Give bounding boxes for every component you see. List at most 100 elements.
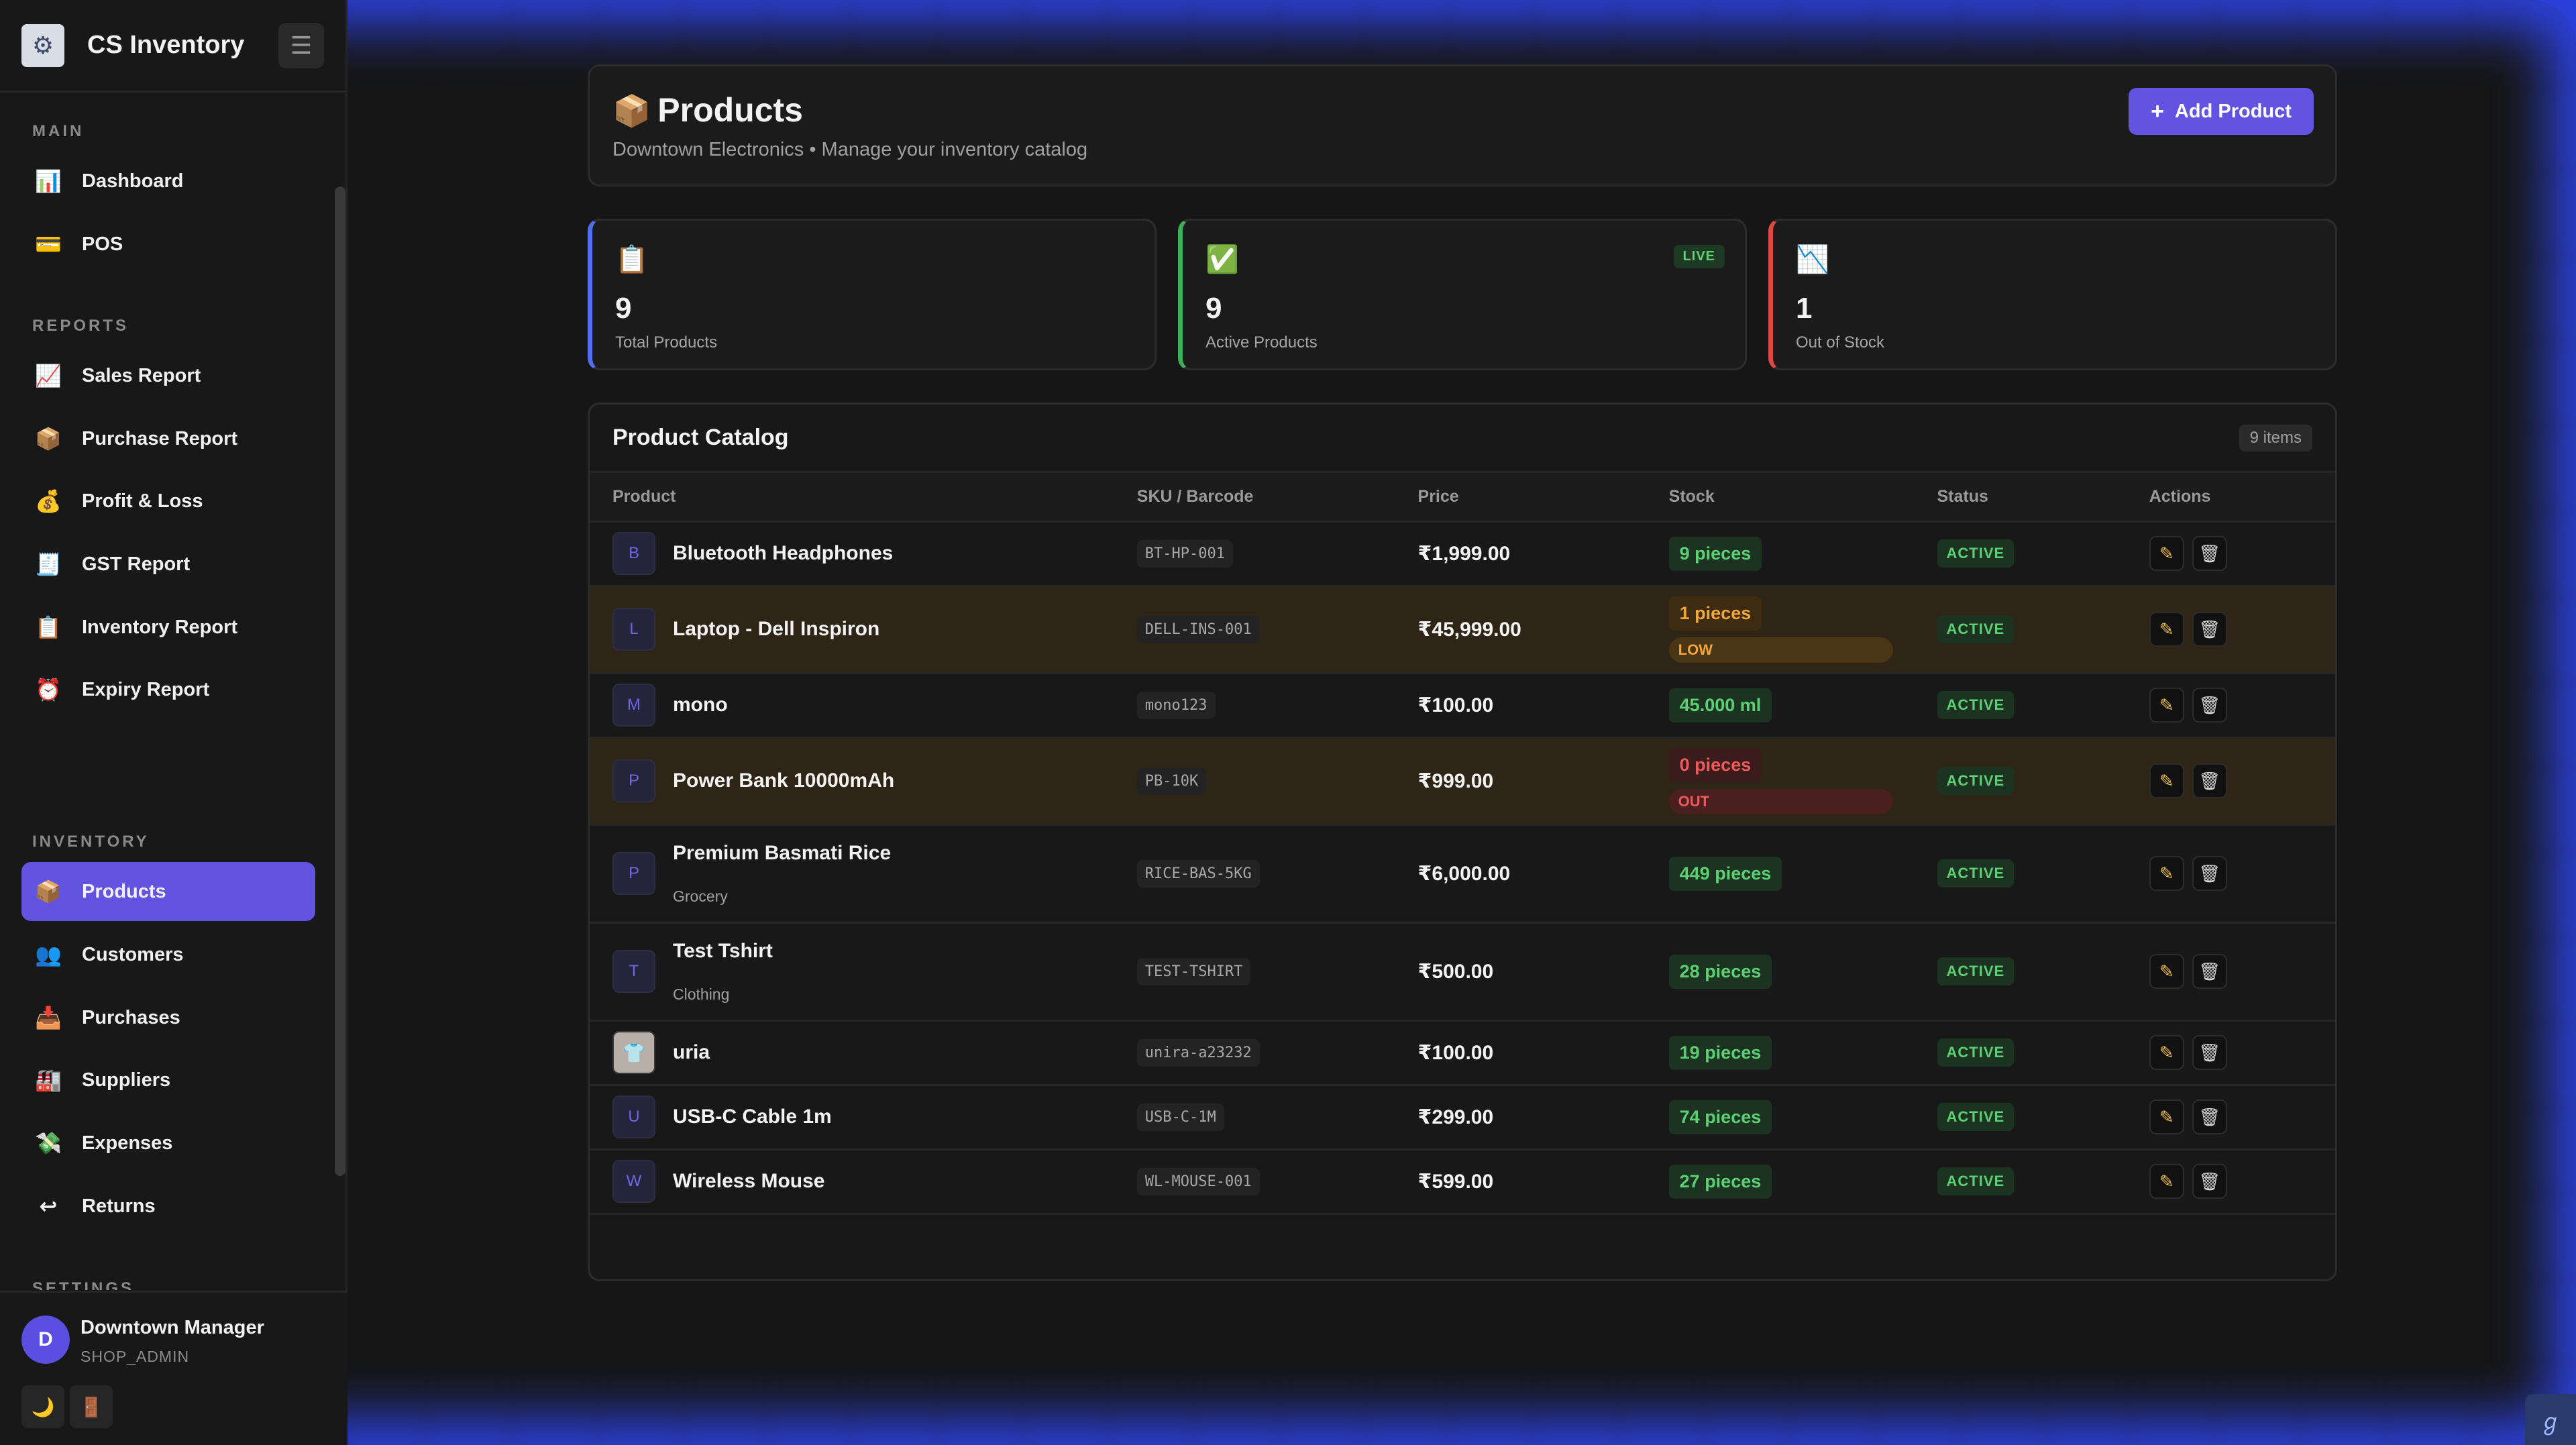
edit-icon[interactable]: ✎ — [2149, 1100, 2184, 1134]
edit-icon[interactable]: ✎ — [2149, 612, 2184, 647]
sidebar-item-label: Customers — [82, 943, 184, 965]
sku-code: TEST-TSHIRT — [1136, 957, 1251, 985]
sku-code: DELL-INS-001 — [1136, 615, 1260, 643]
cell-status: ACTIVE — [1914, 824, 2127, 924]
sidebar-item-products[interactable]: 📦 Products — [21, 862, 315, 921]
edit-icon[interactable]: ✎ — [2149, 954, 2184, 989]
cell-actions: ✎ 🗑 — [2126, 521, 2335, 587]
product-name[interactable]: Wireless Mouse — [673, 1170, 824, 1193]
cell-product: P Premium Basmati Rice Grocery — [590, 824, 1114, 924]
cell-product: U USB-C Cable 1m — [590, 1085, 1114, 1150]
table-row[interactable]: U USB-C Cable 1m USB-C-1M ₹299.00 74 pieces A… — [590, 1085, 2335, 1150]
price-value: ₹999.00 — [1417, 769, 1494, 792]
stock-badge: 28 pieces — [1668, 954, 1772, 989]
status-badge: ACTIVE — [1937, 1103, 2015, 1131]
menu-toggle-icon[interactable]: ☰ — [278, 22, 324, 68]
table-header-row: Product SKU / Barcode Price Stock Status Acti… — [590, 473, 2335, 523]
add-product-button[interactable]: + Add Product — [2129, 88, 2314, 135]
edit-icon[interactable]: ✎ — [2149, 688, 2184, 722]
cell-stock: 1 pieces LOW — [1646, 586, 1915, 674]
avatar[interactable]: D — [21, 1316, 70, 1364]
price-value: ₹599.00 — [1417, 1170, 1494, 1193]
page-title: 📦 Products — [612, 91, 803, 129]
sidebar-item-expenses[interactable]: 💸 Expenses — [21, 1114, 315, 1173]
sidebar-item-profit-loss[interactable]: 💰 Profit & Loss — [21, 472, 315, 531]
stock-alert-badge: LOW — [1668, 637, 1893, 663]
cell-price: ₹100.00 — [1395, 673, 1646, 739]
delete-icon[interactable]: 🗑 — [2192, 612, 2227, 647]
table-row[interactable]: P Premium Basmati Rice Grocery RICE-BAS-5KG… — [590, 824, 2335, 924]
product-name[interactable]: Power Bank 10000mAh — [673, 769, 894, 792]
edit-icon[interactable]: ✎ — [2149, 536, 2184, 571]
suppliers-icon: 🏭 — [35, 1068, 62, 1092]
table-body: B Bluetooth Headphones BT-HP-001 ₹1,999.00 9… — [590, 521, 2335, 1215]
delete-icon[interactable]: 🗑 — [2192, 954, 2227, 989]
page-header: 📦 Products Downtown Electronics • Manage … — [588, 64, 2337, 186]
table-row[interactable]: 👕 uria unira-a23232 ₹100.00 19 pieces ACTIVE ✎… — [590, 1020, 2335, 1086]
cell-price: ₹100.00 — [1395, 1020, 1646, 1086]
sidebar-item-customers[interactable]: 👥 Customers — [21, 925, 315, 984]
app-logo: ⚙ — [21, 23, 64, 67]
sidebar-item-gst-report[interactable]: 🧾 GST Report — [21, 535, 315, 594]
sidebar-item-suppliers[interactable]: 🏭 Suppliers — [21, 1051, 315, 1110]
stock-badge: 74 pieces — [1668, 1100, 1772, 1134]
table-row[interactable]: Mmono mono123 ₹100.00 45.000 ml ACTIVE ✎ 🗑 — [590, 673, 2335, 739]
product-name[interactable]: mono — [673, 694, 728, 716]
cell-stock: 449 pieces — [1646, 824, 1915, 924]
sidebar-item-label: Sales Report — [82, 364, 201, 386]
delete-icon[interactable]: 🗑 — [2192, 1100, 2227, 1134]
delete-icon[interactable]: 🗑 — [2192, 856, 2227, 891]
delete-icon[interactable]: 🗑 — [2192, 1035, 2227, 1070]
sidebar-item-sales-report[interactable]: 📈 Sales Report — [21, 346, 315, 405]
edit-icon[interactable]: ✎ — [2149, 763, 2184, 798]
cell-status: ACTIVE — [1914, 1149, 2127, 1215]
sidebar-item-label: POS — [82, 233, 123, 255]
stock-badge: 449 pieces — [1668, 856, 1782, 891]
product-name[interactable]: uria — [673, 1041, 710, 1064]
sidebar-item-inventory-report[interactable]: 📋 Inventory Report — [21, 598, 315, 657]
sidebar-item-purchase-report[interactable]: 📦 Purchase Report — [21, 409, 315, 468]
assistant-icon[interactable]: ℊ — [2525, 1394, 2576, 1445]
sidebar-item-label: Dashboard — [82, 170, 184, 192]
products-table: Product SKU / Barcode Price Stock Status Acti… — [590, 473, 2335, 1215]
delete-icon[interactable]: 🗑 — [2192, 688, 2227, 722]
table-row[interactable]: T Test Tshirt Clothing TEST-TSHIRT ₹500.00 28… — [590, 922, 2335, 1022]
stat-card-active-products: ✅ 9 Active Products LIVE — [1178, 219, 1747, 370]
sidebar-item-pos[interactable]: 💳 POS — [21, 215, 315, 274]
edit-icon[interactable]: ✎ — [2149, 856, 2184, 891]
product-name[interactable]: Laptop - Dell Inspiron — [673, 618, 879, 641]
delete-icon[interactable]: 🗑 — [2192, 763, 2227, 798]
sidebar-item-label: Products — [82, 880, 166, 902]
product-name[interactable]: Bluetooth Headphones — [673, 542, 893, 565]
sidebar-item-purchases[interactable]: 📥 Purchases — [21, 988, 315, 1047]
catalog-title: Product Catalog — [612, 425, 789, 450]
table-row[interactable]: W Wireless Mouse WL-MOUSE-001 ₹599.00 27 pie… — [590, 1149, 2335, 1215]
table-row[interactable]: P Power Bank 10000mAh PB-10K ₹999.00 0 piece… — [590, 737, 2335, 826]
stat-icon: 📉 — [1796, 245, 1829, 274]
edit-icon[interactable]: ✎ — [2149, 1164, 2184, 1199]
cell-actions: ✎ 🗑 — [2126, 922, 2335, 1022]
column-header-price: Price — [1395, 473, 1646, 523]
delete-icon[interactable]: 🗑 — [2192, 536, 2227, 571]
stat-label: Total Products — [615, 333, 718, 352]
expiry-report-icon: ⏰ — [35, 678, 62, 702]
page-subtitle: Downtown Electronics • Manage your inven… — [612, 139, 1088, 160]
status-badge: ACTIVE — [1937, 615, 2015, 643]
logout-button[interactable]: 🚪 — [70, 1385, 113, 1428]
sidebar-item-expiry-report[interactable]: ⏰ Expiry Report — [21, 660, 315, 719]
stat-value: 9 — [615, 292, 632, 325]
product-name[interactable]: USB-C Cable 1m — [673, 1106, 832, 1128]
edit-icon[interactable]: ✎ — [2149, 1035, 2184, 1070]
theme-toggle-button[interactable]: 🌙 — [21, 1385, 64, 1428]
product-name[interactable]: Premium Basmati Rice — [673, 842, 891, 865]
sidebar-item-dashboard[interactable]: 📊 Dashboard — [21, 152, 315, 211]
table-row[interactable]: B Bluetooth Headphones BT-HP-001 ₹1,999.00 9… — [590, 521, 2335, 587]
cell-stock: 28 pieces — [1646, 922, 1915, 1022]
sidebar-scrollbar[interactable] — [335, 186, 345, 1176]
sidebar-item-returns[interactable]: ↩ Returns — [21, 1177, 315, 1236]
cell-status: ACTIVE — [1914, 922, 2127, 1022]
product-name[interactable]: Test Tshirt — [673, 940, 773, 963]
delete-icon[interactable]: 🗑 — [2192, 1164, 2227, 1199]
table-row[interactable]: L Laptop - Dell Inspiron DELL-INS-001 ₹45,9… — [590, 586, 2335, 674]
product-avatar: L — [612, 608, 655, 651]
